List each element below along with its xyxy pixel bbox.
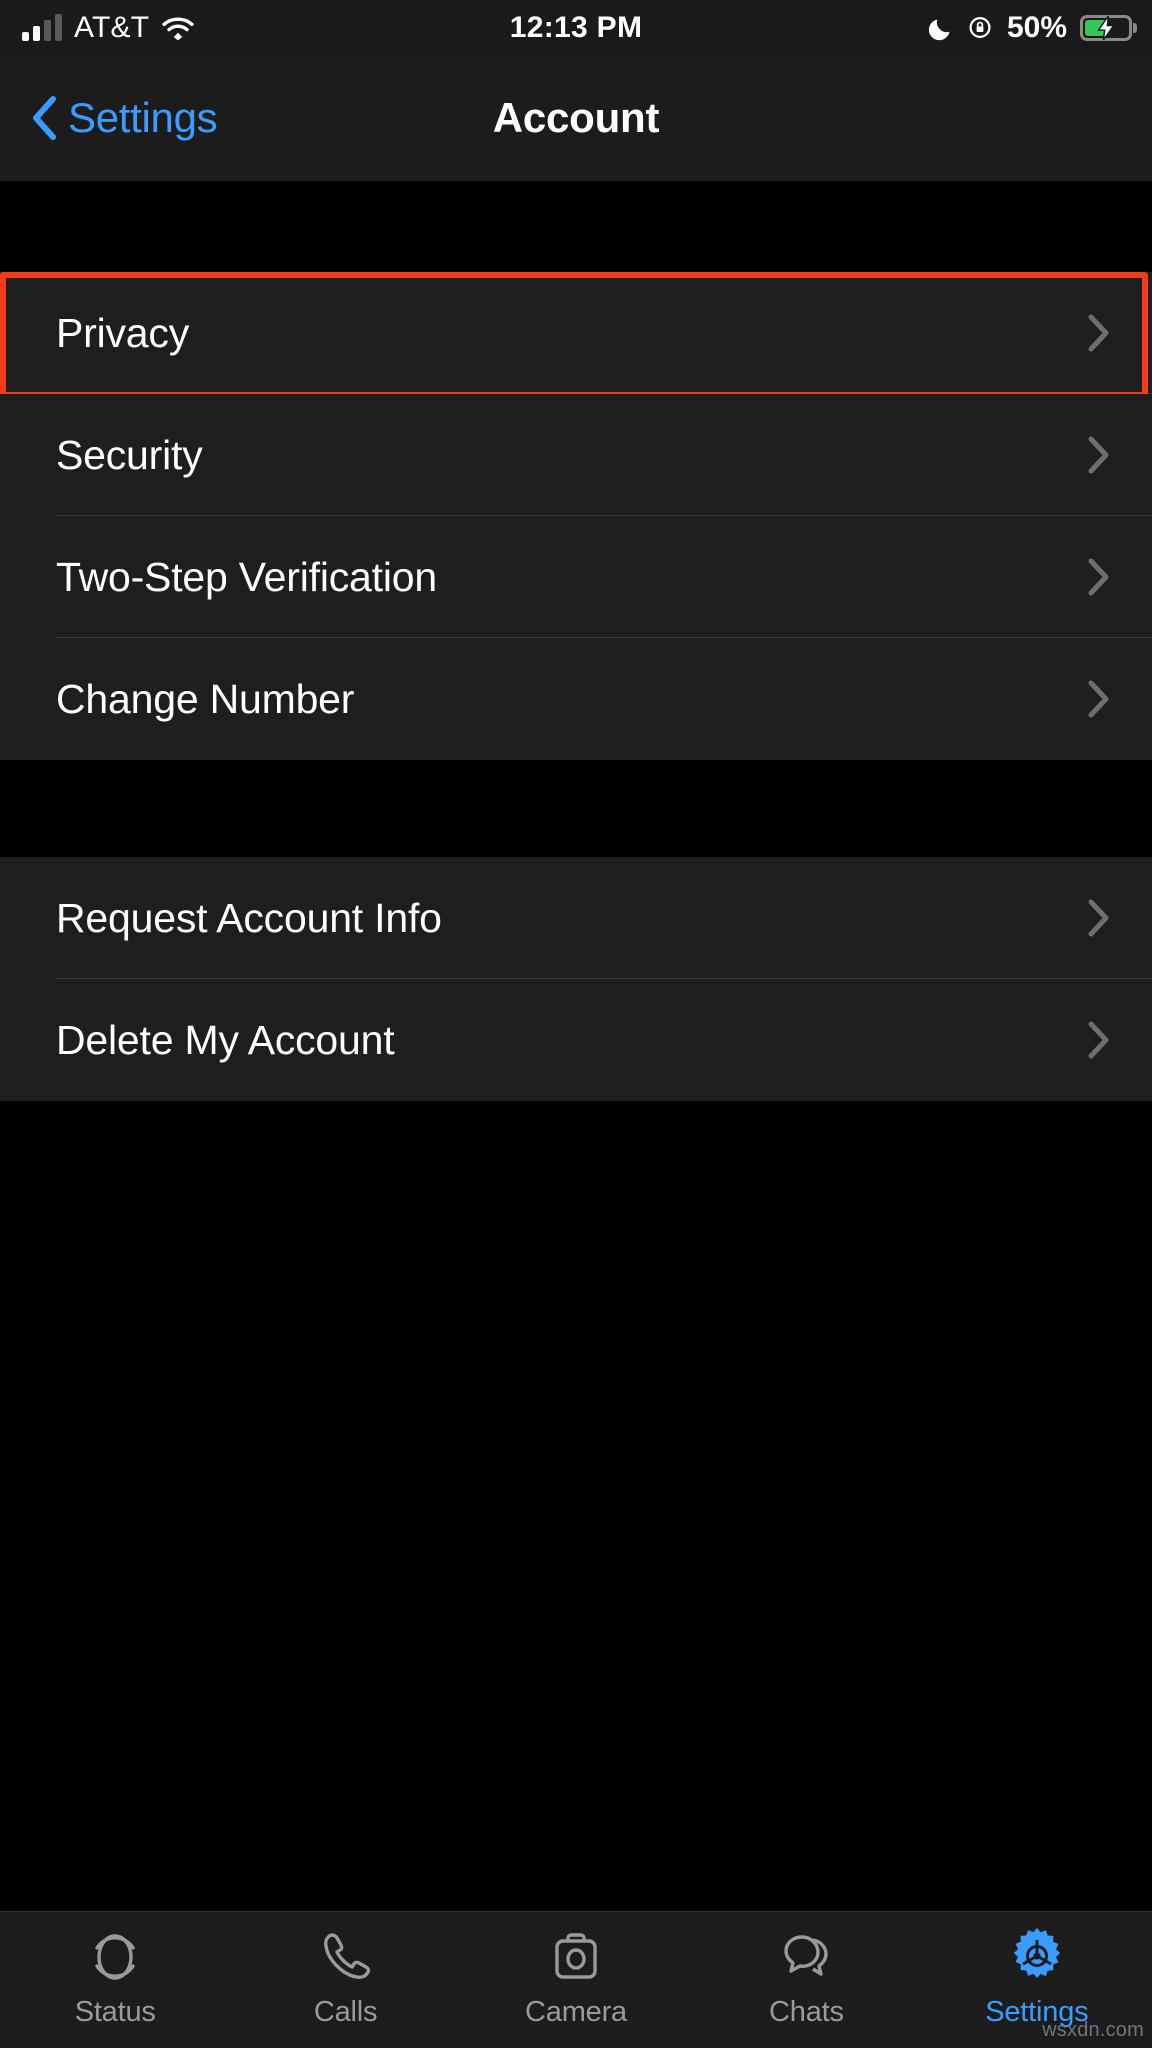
tab-label: Settings (985, 1996, 1089, 2028)
chevron-right-icon (1088, 558, 1110, 596)
tab-camera[interactable]: Camera (461, 1912, 691, 2029)
row-label: Security (56, 431, 203, 478)
row-privacy[interactable]: Privacy (0, 272, 1152, 398)
back-chevron-icon (30, 95, 58, 141)
row-delete-my-account[interactable]: Delete My Account (0, 979, 1152, 1101)
row-security[interactable]: Security (0, 394, 1152, 516)
row-change-number[interactable]: Change Number (0, 638, 1152, 760)
cellular-signal-icon (22, 13, 62, 41)
status-bar-left: AT&T (22, 11, 195, 45)
row-label: Privacy (56, 309, 190, 356)
carrier-label: AT&T (74, 10, 150, 44)
back-button-label: Settings (68, 94, 218, 141)
tab-label: Status (74, 1996, 156, 2028)
settings-list: Privacy Security Two-Step Verification C… (0, 181, 1152, 1911)
chevron-right-icon (1088, 436, 1110, 474)
row-request-account-info[interactable]: Request Account Info (0, 857, 1152, 979)
row-label: Request Account Info (56, 894, 442, 941)
status-bar-right: 50% (928, 0, 1132, 55)
rotation-lock-icon (967, 14, 994, 41)
status-ring-icon (84, 1926, 146, 1988)
tab-chats[interactable]: Chats (691, 1912, 921, 2029)
wifi-icon (161, 15, 195, 41)
clock: 12:13 PM (509, 10, 643, 44)
tab-status[interactable]: Status (0, 1912, 230, 2029)
settings-group-account-data: Request Account Info Delete My Account (0, 857, 1152, 1101)
row-label: Delete My Account (56, 1016, 395, 1063)
battery-charging-icon (1080, 14, 1132, 41)
tab-label: Calls (313, 1996, 378, 2028)
phone-screen: AT&T 12:13 PM 50% Settings Account Priva… (0, 0, 1152, 2048)
chevron-right-icon (1088, 1021, 1110, 1059)
settings-group-account: Privacy Security Two-Step Verification C… (0, 272, 1152, 760)
chevron-right-icon (1088, 899, 1110, 937)
moon-icon (928, 15, 954, 41)
row-two-step-verification[interactable]: Two-Step Verification (0, 516, 1152, 638)
tab-label: Camera (525, 1996, 627, 2028)
section-spacer (0, 760, 1152, 857)
back-button[interactable]: Settings (30, 94, 218, 142)
chevron-right-icon (1088, 314, 1110, 352)
tab-label: Chats (769, 1996, 844, 2028)
chat-bubbles-icon (775, 1926, 837, 1988)
list-top-spacer (0, 181, 1152, 272)
status-bar: AT&T 12:13 PM 50% (0, 0, 1152, 55)
row-label: Change Number (56, 675, 355, 722)
phone-icon (315, 1926, 377, 1988)
tab-calls[interactable]: Calls (230, 1912, 460, 2029)
camera-icon (545, 1926, 607, 1988)
tab-settings[interactable]: Settings (922, 1912, 1152, 2029)
chevron-right-icon (1088, 680, 1110, 718)
row-label: Two-Step Verification (56, 553, 437, 600)
battery-percent-label: 50% (1006, 10, 1067, 44)
gear-icon (1006, 1926, 1068, 1988)
bottom-tab-bar: Status Calls Camera Chats Settings wsxdn… (0, 1911, 1152, 2048)
navigation-bar: Settings Account (0, 55, 1152, 181)
